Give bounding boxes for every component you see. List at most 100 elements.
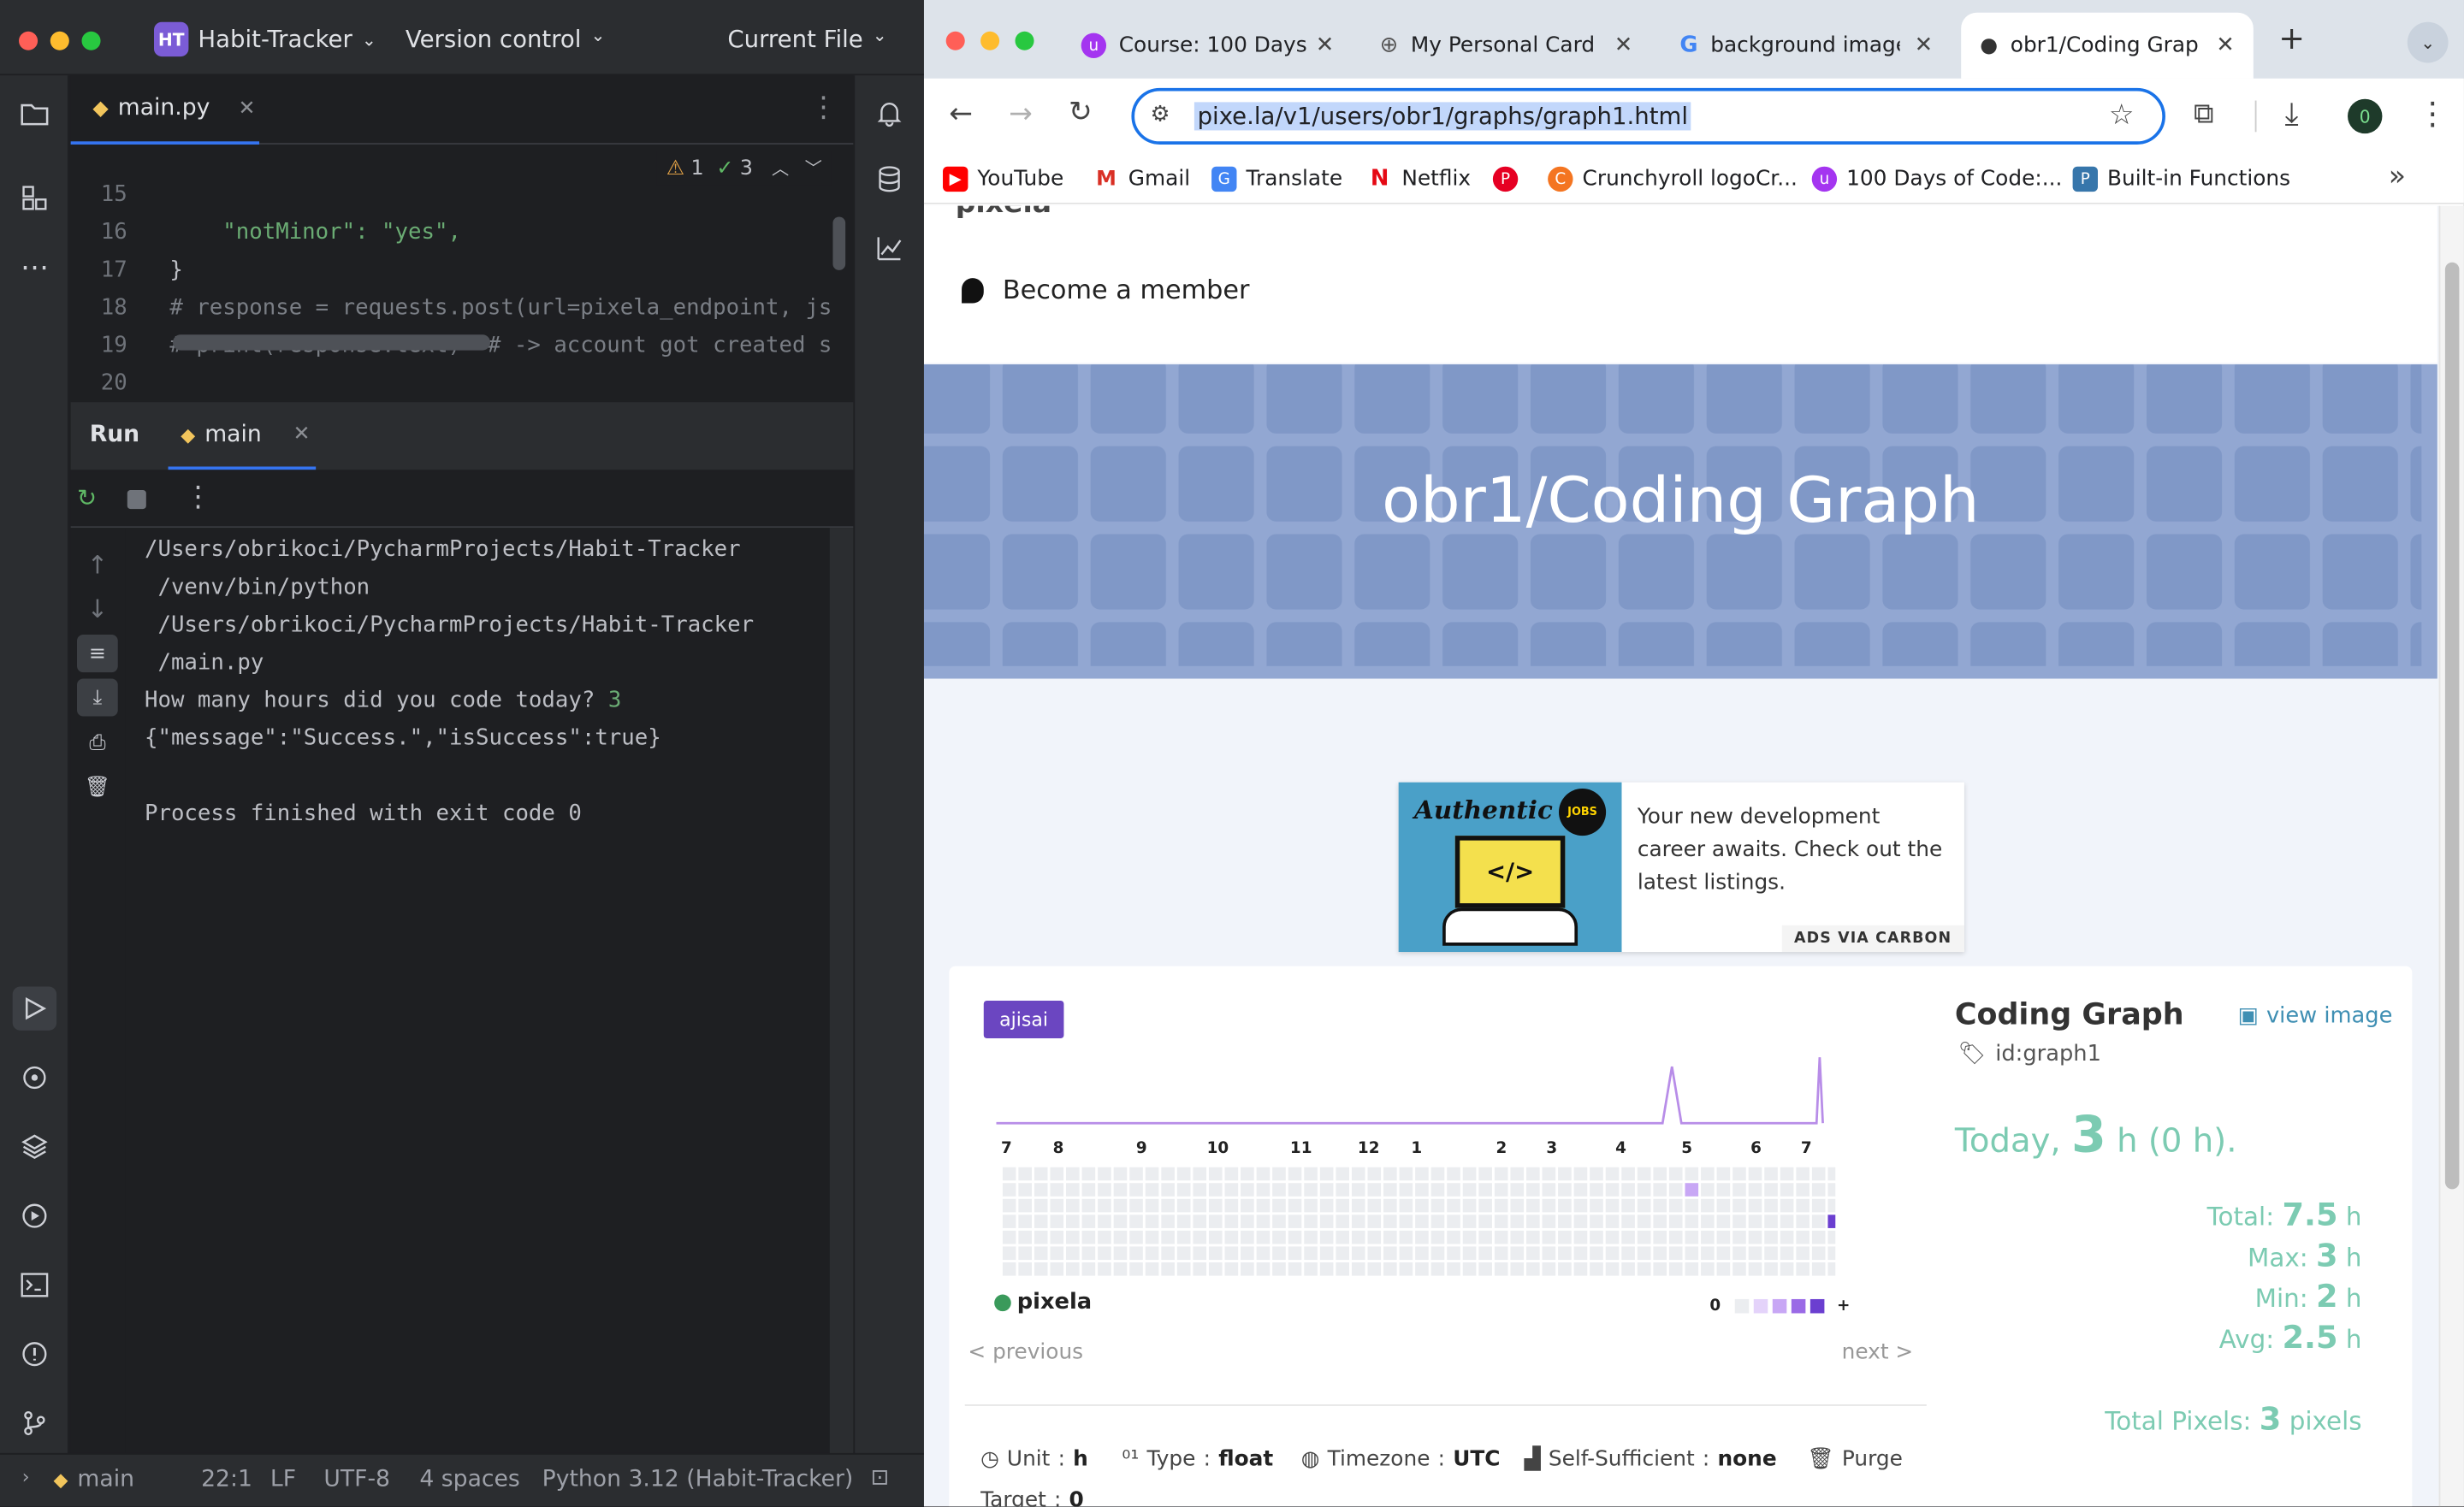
heatmap-cell[interactable] (1399, 1214, 1413, 1228)
heatmap-cell[interactable] (1621, 1230, 1635, 1244)
heatmap-cell[interactable] (1161, 1262, 1175, 1276)
heatmap-cell[interactable] (1653, 1262, 1667, 1276)
print-icon[interactable]: ⎙ (80, 726, 115, 760)
heatmap-cell[interactable] (1399, 1262, 1413, 1276)
heatmap-cell[interactable] (1558, 1262, 1572, 1276)
heatmap-cell[interactable] (1098, 1214, 1111, 1228)
heatmap-cell[interactable] (1780, 1183, 1794, 1197)
heatmap-cell[interactable] (1478, 1230, 1492, 1244)
heatmap-cell[interactable] (1748, 1198, 1762, 1213)
heatmap-cell[interactable] (1558, 1198, 1572, 1213)
heatmap-cell[interactable] (1272, 1262, 1286, 1276)
heatmap-cell[interactable] (1224, 1230, 1239, 1244)
heatmap-cell[interactable] (1034, 1246, 1048, 1261)
heatmap-cell[interactable] (1256, 1230, 1270, 1244)
heatmap-cell[interactable] (1319, 1262, 1334, 1276)
heatmap-cell[interactable] (1827, 1183, 1836, 1197)
heatmap-cell[interactable] (1430, 1198, 1445, 1213)
structure-icon[interactable] (13, 176, 56, 220)
heatmap-cell[interactable] (1748, 1246, 1762, 1261)
heatmap-cell[interactable] (1764, 1167, 1778, 1181)
heatmap-cell[interactable] (1510, 1183, 1525, 1197)
heatmap-cell[interactable] (1367, 1230, 1382, 1244)
heatmap-cell[interactable] (1605, 1214, 1620, 1228)
heatmap-cell[interactable] (1113, 1198, 1128, 1213)
heatmap-cell[interactable] (1208, 1183, 1223, 1197)
browser-tab-course[interactable]: u Course: 100 Days of Code ✕ (1063, 13, 1353, 79)
heatmap-cell[interactable] (1732, 1246, 1746, 1261)
pixela-brand[interactable]: ● pixela (993, 1290, 1092, 1315)
python-interpreter[interactable]: Python 3.12 (Habit-Tracker) (542, 1467, 854, 1492)
heatmap-cell[interactable] (1319, 1246, 1334, 1261)
heatmap-cell[interactable] (1494, 1214, 1508, 1228)
heatmap-cell[interactable] (1796, 1198, 1810, 1213)
heatmap-cell[interactable] (1716, 1198, 1731, 1213)
heatmap-cell[interactable] (1605, 1262, 1620, 1276)
heatmap-cell[interactable] (1827, 1262, 1836, 1276)
heatmap-cell[interactable] (1098, 1262, 1111, 1276)
heatmap-cell[interactable] (1590, 1183, 1603, 1197)
bookmark-youtube[interactable]: ▶ YouTube (943, 163, 1063, 195)
heatmap-cell[interactable] (1685, 1167, 1699, 1181)
heatmap-cell[interactable] (1764, 1214, 1778, 1228)
database-icon[interactable] (868, 157, 911, 201)
heatmap-cell[interactable] (1542, 1183, 1556, 1197)
minimize-window-button[interactable] (980, 31, 1000, 50)
heatmap-cell[interactable] (1304, 1198, 1318, 1213)
heatmap-cell[interactable] (1066, 1214, 1080, 1228)
heatmap-cell[interactable] (1161, 1246, 1175, 1261)
heatmap-cell[interactable] (1288, 1183, 1302, 1197)
inspection-widget[interactable]: ⚠ 1 ✓ 3 ︿ ﹀ (656, 151, 832, 186)
heatmap-cell[interactable] (1161, 1214, 1175, 1228)
heatmap-cell[interactable] (1336, 1167, 1349, 1181)
heatmap-cell[interactable] (1573, 1230, 1588, 1244)
heatmap-cell[interactable] (1653, 1246, 1667, 1261)
heatmap-cell[interactable] (1653, 1198, 1667, 1213)
heatmap-cell[interactable] (1224, 1198, 1239, 1213)
more-bookmarks-icon[interactable]: » (2389, 160, 2406, 193)
heatmap-cell[interactable] (1002, 1183, 1016, 1197)
heatmap-cell[interactable] (1336, 1262, 1349, 1276)
heatmap-cell[interactable] (1637, 1167, 1651, 1181)
heatmap-cell[interactable] (1034, 1230, 1048, 1244)
scroll-to-end-icon[interactable]: ⤓ (76, 678, 118, 717)
back-icon[interactable]: ← (949, 98, 973, 131)
heatmap-cell[interactable] (1002, 1198, 1016, 1213)
heatmap-cell[interactable] (1241, 1183, 1254, 1197)
heatmap-cell[interactable] (1018, 1183, 1032, 1197)
heatmap-cell[interactable] (1113, 1246, 1128, 1261)
heatmap-cell[interactable] (1208, 1246, 1223, 1261)
heatmap-cell[interactable] (1351, 1246, 1365, 1261)
heatmap-cell[interactable] (1050, 1183, 1064, 1197)
extension-badge[interactable]: 0 (2348, 98, 2383, 134)
heatmap-cell[interactable] (1621, 1214, 1635, 1228)
heatmap-cell[interactable] (1018, 1214, 1032, 1228)
heatmap-cell[interactable] (1716, 1230, 1731, 1244)
heatmap-cell[interactable] (1367, 1167, 1382, 1181)
heatmap-cell[interactable] (1494, 1262, 1508, 1276)
heatmap-cell[interactable] (1525, 1230, 1540, 1244)
terminal-icon[interactable] (13, 1263, 56, 1307)
heatmap-cell[interactable] (1129, 1167, 1143, 1181)
heatmap-cell[interactable] (1827, 1198, 1836, 1213)
bookmark-gmail[interactable]: M Gmail (1093, 163, 1190, 195)
heatmap-cell[interactable] (1066, 1167, 1080, 1181)
heatmap-cell[interactable] (1653, 1230, 1667, 1244)
heatmap-cell[interactable] (1399, 1230, 1413, 1244)
heatmap-cell[interactable] (1161, 1167, 1175, 1181)
heatmap-cell[interactable] (1383, 1262, 1397, 1276)
arrow-up-icon[interactable]: ↑ (80, 547, 115, 581)
close-icon[interactable]: ✕ (2216, 33, 2235, 58)
heatmap-cell[interactable] (1558, 1246, 1572, 1261)
heatmap-cell[interactable] (1098, 1230, 1111, 1244)
bookmark-translate[interactable]: G Translate (1211, 163, 1342, 195)
heatmap-cell[interactable] (1415, 1246, 1429, 1261)
heatmap-cell[interactable] (1811, 1246, 1826, 1261)
heatmap-cell[interactable] (1494, 1198, 1508, 1213)
heatmap-cell[interactable] (1224, 1262, 1239, 1276)
heatmap-cell[interactable] (1716, 1167, 1731, 1181)
heatmap-cell[interactable] (1590, 1230, 1603, 1244)
notifications-icon[interactable] (868, 92, 911, 135)
heatmap-cell[interactable] (1002, 1167, 1016, 1181)
heatmap-cell[interactable] (1494, 1167, 1508, 1181)
